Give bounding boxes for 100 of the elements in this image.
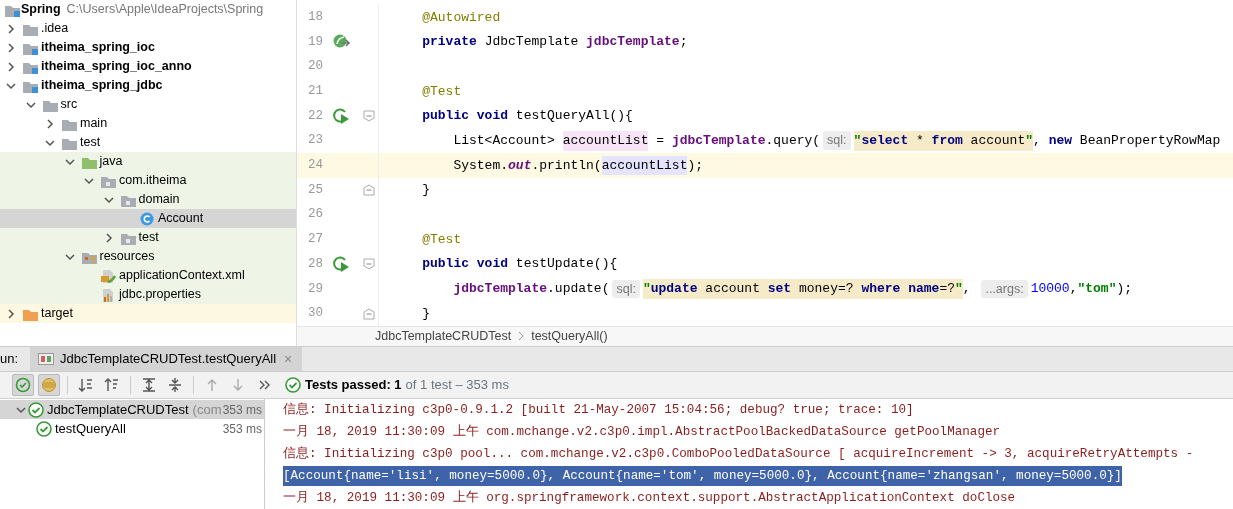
- parameter-hint: ...args:: [981, 279, 1028, 299]
- breadcrumb-item[interactable]: JdbcTemplateCRUDTest: [375, 327, 512, 346]
- tests-passed-summary: Tests passed: 1: [305, 376, 402, 395]
- code-text: public void: [421, 107, 509, 126]
- code-text: .update(: [547, 280, 610, 299]
- sort-icon: [104, 377, 120, 393]
- code-text: set: [767, 279, 792, 299]
- expand-all-icon: [141, 377, 157, 393]
- breadcrumb-item[interactable]: testQueryAll(): [531, 327, 608, 346]
- line-number: 29: [307, 280, 323, 298]
- code-text: ": [955, 279, 963, 299]
- code-text: );: [687, 156, 704, 175]
- test-config-icon: [38, 353, 55, 365]
- line-number: 18: [307, 8, 323, 26]
- ignored-filter-icon: [41, 377, 57, 393]
- passed-icon: [285, 377, 301, 393]
- code-text: ": [642, 279, 651, 299]
- passed-filter-icon: [15, 377, 31, 393]
- code-text: ": [1025, 131, 1034, 151]
- fold-marker-icon[interactable]: [362, 110, 375, 123]
- project-path: C:\Users\Apple\IdeaProjects\Spring: [66, 1, 264, 19]
- code-text: @Autowired: [421, 8, 501, 27]
- code-text: jdbcTemplate: [671, 132, 766, 151]
- code-text: testUpdate(){: [514, 255, 618, 274]
- code-text: }: [421, 181, 430, 200]
- tree-item-label[interactable]: resources: [99, 247, 155, 266]
- code-text: List<Account>: [452, 132, 556, 151]
- line-number: 19: [307, 33, 323, 51]
- tree-item-label[interactable]: itheima_spring_ioc_anno: [41, 57, 192, 76]
- code-text: money=?: [791, 279, 862, 299]
- line-number: 27: [307, 231, 323, 249]
- code-text: @Test: [421, 82, 462, 101]
- tree-item-label[interactable]: itheima_spring_ioc: [41, 38, 155, 57]
- code-text: public void: [421, 255, 509, 274]
- code-text: from: [931, 131, 963, 151]
- code-text: account: [697, 279, 768, 299]
- code-text: new: [1048, 132, 1073, 151]
- run-gutter-icon[interactable]: [332, 255, 350, 274]
- sort-icon: [78, 377, 94, 393]
- line-number: 28: [307, 255, 323, 273]
- tree-item-label[interactable]: test: [138, 228, 159, 247]
- console-line: 一月 18, 2019 11:30:09 上午 org.springframework.context.support.AbstractApplicationContext doClose: [283, 489, 1016, 507]
- code-text: .query(: [765, 132, 821, 151]
- tree-item-label[interactable]: main: [80, 114, 108, 133]
- line-number: 21: [307, 83, 323, 101]
- code-text: jdbcTemplate: [586, 33, 680, 52]
- code-text: JdbcTemplate: [483, 33, 580, 52]
- line-number: 26: [307, 206, 323, 224]
- tree-item-label[interactable]: .idea: [41, 19, 69, 38]
- code-text: ,: [1033, 132, 1042, 151]
- run-tab[interactable]: JdbcTemplateCRUDTest.testQueryAll ×: [30, 347, 303, 371]
- parameter-hint: sql:: [823, 131, 851, 151]
- code-text: ": [853, 131, 862, 151]
- code-text: @Test: [421, 230, 462, 249]
- tree-item-label[interactable]: test: [80, 133, 101, 152]
- tree-item-label[interactable]: target: [41, 304, 73, 323]
- code-text: BeanPropertyRowMap: [1078, 132, 1221, 151]
- code-text: where name: [861, 279, 940, 299]
- code-text: select: [861, 131, 909, 151]
- test-name[interactable]: JdbcTemplateCRUDTest: [47, 399, 189, 420]
- fold-marker-icon[interactable]: [362, 184, 375, 197]
- passed-icon: [28, 401, 44, 418]
- code-text: jdbcTemplate: [452, 280, 548, 299]
- code-text: =?: [939, 279, 955, 299]
- line-number: 25: [307, 181, 323, 199]
- code-text: out: [508, 156, 532, 175]
- passed-icon: [36, 420, 52, 437]
- xml-file-icon: [100, 268, 117, 283]
- collapse-all-icon: [167, 377, 183, 393]
- test-name[interactable]: testQueryAll: [55, 418, 126, 439]
- code-text: "tom": [1077, 280, 1117, 299]
- code-text: ,: [962, 280, 972, 299]
- code-text: *: [908, 131, 932, 151]
- line-number: 24: [307, 157, 323, 175]
- tree-item-label[interactable]: java: [99, 152, 123, 171]
- fold-marker-icon[interactable]: [362, 258, 375, 271]
- code-text: accountList: [562, 131, 649, 151]
- code-text: accountList: [601, 155, 688, 176]
- line-number: 22: [307, 107, 323, 125]
- code-text: .println(: [531, 156, 602, 175]
- test-duration: 353 ms: [222, 401, 263, 419]
- run-panel-label: un:: [0, 350, 20, 369]
- code-text: =: [655, 132, 666, 151]
- line-number: 20: [307, 58, 323, 76]
- breadcrumb-separator-icon: [517, 331, 526, 342]
- test-duration-text: of 1 test – 353 ms: [405, 376, 509, 395]
- tree-item-label[interactable]: Account: [158, 209, 204, 228]
- tree-item-label[interactable]: domain: [138, 190, 180, 209]
- code-text: update: [650, 279, 698, 299]
- console-line: 信息: Initializing c3p0 pool... com.mchange.v2.c3p0.ComboPooledDataSource [ acquireIncrement -> 3, acquireRetryAttempts -: [283, 445, 1194, 463]
- code-text: ;: [679, 33, 688, 52]
- console-line: 信息: Initializing c3p0-0.9.1.2 [built 21-May-2007 15:04:56; debug? true; trace: 10]: [283, 401, 914, 419]
- tree-item-label[interactable]: itheima_spring_jdbc: [41, 76, 163, 95]
- fold-marker-icon[interactable]: [362, 307, 375, 320]
- code-text: System.: [452, 156, 509, 175]
- code-text: }: [421, 304, 430, 323]
- tree-item-label[interactable]: src: [60, 95, 78, 114]
- run-gutter-icon[interactable]: [332, 107, 350, 126]
- parameter-hint: sql:: [612, 279, 640, 299]
- code-text: );: [1116, 280, 1133, 299]
